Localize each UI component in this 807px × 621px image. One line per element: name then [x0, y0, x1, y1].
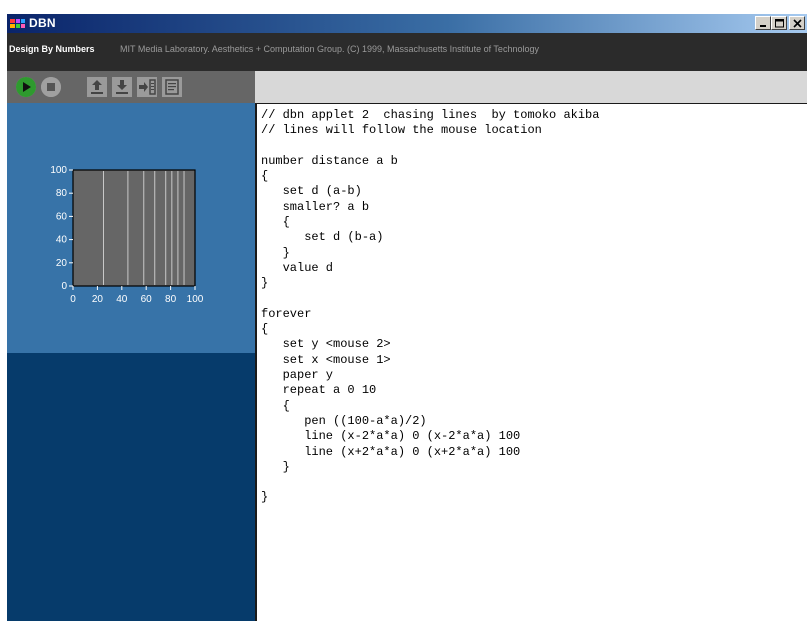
close-icon [793, 19, 802, 28]
x-tick-label: 40 [116, 294, 128, 305]
code-line: set y <mouse 2> [261, 337, 391, 352]
code-line: } [261, 459, 290, 474]
window-title: DBN [29, 16, 56, 30]
code-line: pen ((100-a*a)/2) [261, 413, 427, 428]
code-line: } [261, 490, 269, 505]
y-tick-label: 100 [50, 165, 67, 176]
code-line: number distance a b [261, 153, 398, 168]
code-line: line (x-2*a*a) 0 (x-2*a*a) 100 [261, 429, 521, 444]
x-tick-label: 20 [92, 294, 104, 305]
code-line: set d (b-a) [261, 230, 384, 245]
left-panel: 100 80 60 40 20 0 0 20 40 60 80 100 [7, 103, 255, 621]
stop-button[interactable] [41, 77, 61, 97]
print-icon [165, 79, 179, 95]
y-tick-label: 40 [56, 235, 68, 246]
close-button[interactable] [789, 16, 805, 30]
code-line: smaller? a b [261, 199, 370, 214]
code-line: { [261, 215, 290, 230]
download-icon [116, 80, 128, 94]
brand-label: Design By Numbers [9, 44, 95, 54]
preview-area: 100 80 60 40 20 0 0 20 40 60 80 100 [7, 103, 255, 353]
code-line: line (x+2*a*a) 0 (x+2*a*a) 100 [261, 444, 521, 459]
y-tick-label: 80 [56, 188, 68, 199]
x-tick-label: 80 [165, 294, 177, 305]
code-text[interactable]: // dbn applet 2 chasing lines by tomoko … [261, 108, 599, 506]
y-tick-label: 20 [56, 258, 68, 269]
app-window: DBN Design By Numbers MIT Media Laborato… [7, 14, 807, 621]
toolbar-spacer [255, 71, 807, 103]
header-bar: Design By Numbers MIT Media Laboratory. … [7, 33, 807, 71]
code-line: set x <mouse 1> [261, 352, 391, 367]
upload-icon [91, 80, 103, 94]
x-tick-label: 0 [70, 294, 76, 305]
maximize-icon [775, 19, 784, 28]
toolbar [7, 71, 255, 103]
x-tick-label: 60 [141, 294, 153, 305]
code-line: { [261, 322, 269, 337]
credits-text: MIT Media Laboratory. Aesthetics + Compu… [120, 44, 539, 54]
play-icon [16, 77, 36, 97]
code-line: { [261, 398, 290, 413]
minimize-icon [760, 25, 766, 27]
y-tick-label: 60 [56, 211, 68, 222]
preview-canvas-bg [72, 169, 196, 287]
export-icon [139, 79, 156, 95]
dbn-preview-canvas[interactable]: 100 80 60 40 20 00 20 40 60 80 100 [7, 103, 255, 353]
maximize-button[interactable] [771, 16, 787, 30]
code-line: paper y [261, 368, 334, 383]
print-button[interactable] [162, 77, 182, 97]
code-line: } [261, 245, 290, 260]
window-controls [755, 16, 805, 30]
stop-icon [41, 77, 61, 97]
code-line: repeat a 0 10 [261, 383, 377, 398]
code-line: } [261, 276, 269, 291]
code-line: // lines will follow the mouse location [261, 123, 542, 138]
x-tick-label: 100 [187, 294, 204, 305]
minimize-button[interactable] [755, 16, 771, 30]
code-editor[interactable]: // dbn applet 2 chasing lines by tomoko … [255, 103, 807, 621]
code-line: { [261, 169, 269, 184]
title-bar[interactable]: DBN [7, 14, 807, 33]
run-button[interactable] [16, 77, 36, 97]
export-button[interactable] [137, 77, 157, 97]
code-line: set d (a-b) [261, 184, 362, 199]
code-line: value d [261, 260, 334, 275]
save-button[interactable] [112, 77, 132, 97]
code-line: forever [261, 306, 312, 321]
y-tick-label: 0 [61, 281, 67, 292]
open-button[interactable] [87, 77, 107, 97]
code-line: // dbn applet 2 chasing lines by tomoko … [261, 108, 600, 122]
dbn-app-icon [10, 19, 25, 28]
